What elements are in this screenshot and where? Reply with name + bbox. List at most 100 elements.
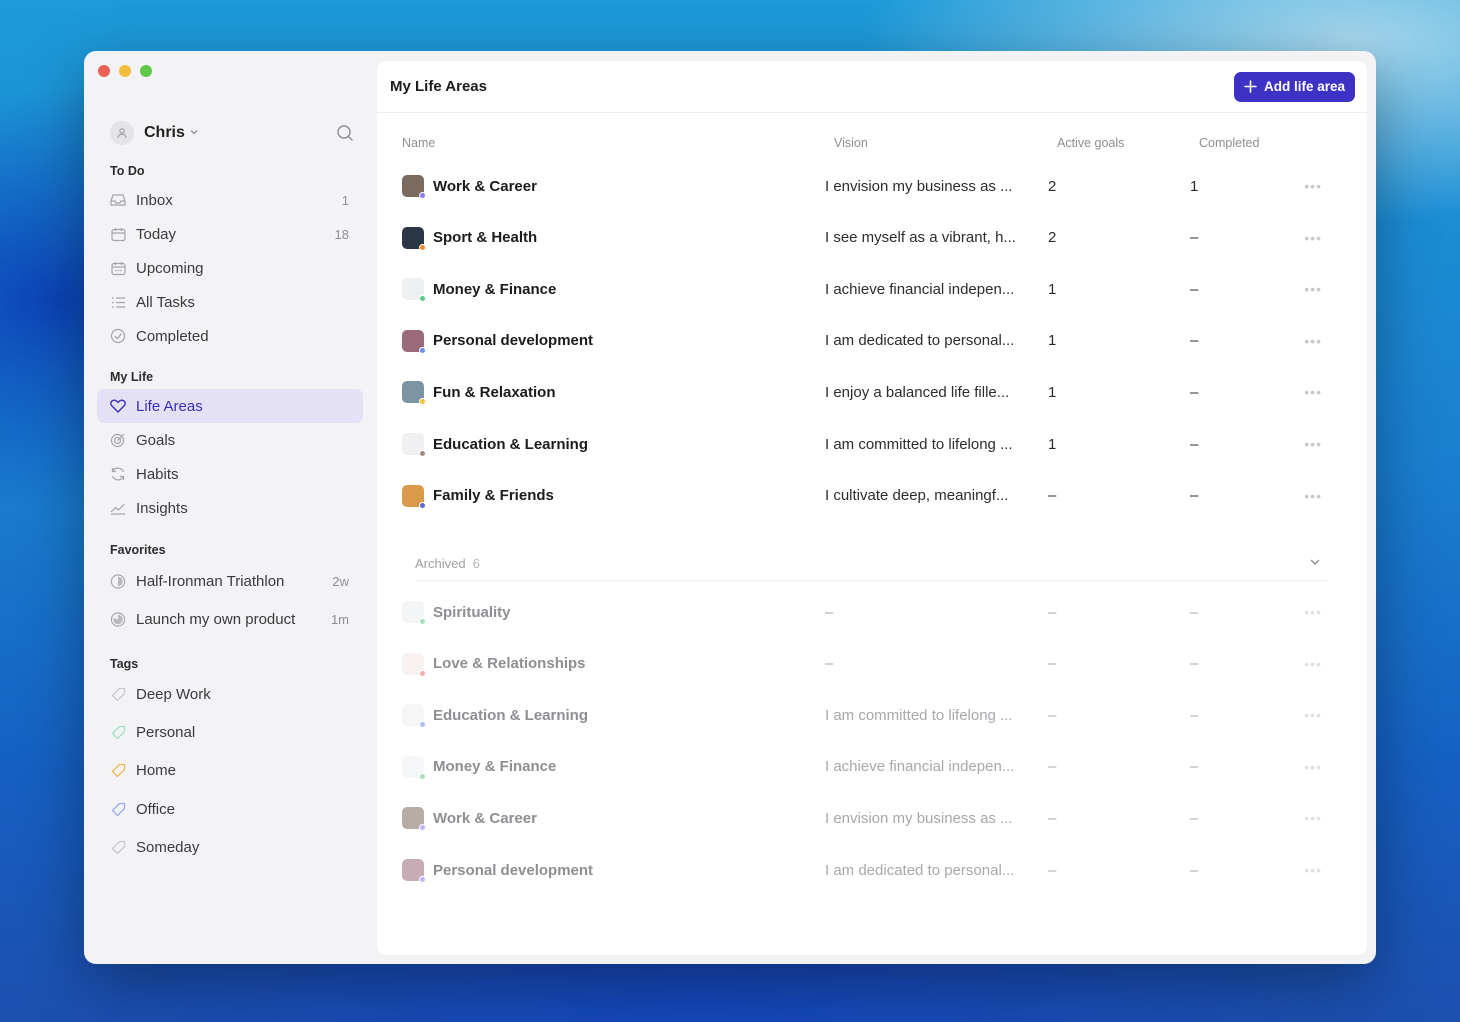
heart-icon [110,398,126,414]
avatar [110,121,134,145]
user-menu[interactable]: Chris [110,120,356,146]
more-options-icon[interactable]: ••• [1304,230,1322,246]
favorite-item[interactable]: Launch my own product 1m [97,602,363,636]
inbox-icon [110,192,126,208]
completed-count: – [1190,809,1199,827]
progress-ring-icon [110,611,126,627]
life-area-name: Money & Finance [433,758,557,776]
sidebar-item-life-areas[interactable]: Life Areas [97,389,363,423]
tag-item-home[interactable]: Home [97,753,363,787]
life-area-name: Family & Friends [433,487,554,505]
life-area-row[interactable]: Money & Finance I achieve financial indep… [402,274,1332,304]
color-dot-icon [419,243,426,251]
column-header-vision[interactable]: Vision [834,136,868,150]
add-life-area-button[interactable]: Add life area [1233,71,1355,102]
more-options-icon[interactable]: ••• [1304,862,1322,878]
more-options-icon[interactable]: ••• [1304,810,1322,826]
search-icon[interactable] [334,122,356,144]
life-area-image-icon [402,652,426,677]
tag-label: Deep Work [136,685,211,703]
life-area-row[interactable]: Personal development I am dedicated to pe… [402,326,1332,356]
archived-life-area-row[interactable]: Work & Career I envision my business as .… [402,803,1332,833]
active-goals-count: – [1048,487,1057,505]
color-dot-icon [419,346,426,354]
life-area-row[interactable]: Education & Learning I am committed to li… [402,429,1332,459]
sidebar-item-goals[interactable]: Goals [97,423,363,457]
life-area-name: Sport & Health [433,229,538,247]
tag-item-deep-work[interactable]: Deep Work [97,677,363,711]
archived-life-area-row[interactable]: Spirituality – – – ••• [402,597,1332,627]
main-header: My Life Areas Add life area [377,61,1367,113]
color-dot-icon [419,824,426,832]
more-options-icon[interactable]: ••• [1304,384,1322,400]
column-header-active-goals[interactable]: Active goals [1057,136,1124,150]
color-dot-icon [419,192,426,199]
tag-item-personal[interactable]: Personal [97,715,363,749]
sidebar-item-label: Goals [136,431,176,449]
life-area-row[interactable]: Work & Career I envision my business as .… [402,171,1332,201]
archived-life-area-row[interactable]: Personal development I am dedicated to pe… [402,855,1332,885]
more-options-icon[interactable]: ••• [1304,436,1322,452]
add-life-area-label: Add life area [1263,79,1345,94]
life-area-image-icon [402,381,426,406]
tag-item-office[interactable]: Office [97,792,363,826]
life-area-image-icon [402,175,426,199]
tag-item-someday[interactable]: Someday [97,830,363,864]
sidebar-item-insights[interactable]: Insights [97,491,363,525]
more-options-icon[interactable]: ••• [1304,759,1322,775]
sidebar-item-completed[interactable]: Completed [97,319,363,353]
life-area-name: Personal development [433,332,594,350]
column-header-name[interactable]: Name [402,136,435,150]
active-goals-count: – [1048,861,1057,879]
sidebar-item-today[interactable]: Today 18 [97,217,363,251]
life-area-vision: – [825,603,834,621]
calendar-grid-icon [110,260,126,276]
life-area-row[interactable]: Sport & Health I see myself as a vibrant,… [402,223,1332,253]
active-goals-count: 1 [1048,280,1057,298]
calendar-icon [110,226,126,242]
life-area-vision: I achieve financial indepen... [825,758,1015,776]
life-area-row[interactable]: Fun & Relaxation I enjoy a balanced life … [402,377,1332,407]
life-area-vision: I cultivate deep, meaningf... [825,487,1009,505]
column-header-completed[interactable]: Completed [1199,136,1259,150]
plus-icon [1244,78,1257,96]
completed-count: – [1190,435,1199,453]
archived-life-area-row[interactable]: Education & Learning I am committed to li… [402,700,1332,730]
favorite-item[interactable]: Half-Ironman Triathlon 2w [97,564,363,598]
archived-life-area-row[interactable]: Money & Finance I achieve financial indep… [402,752,1332,782]
tag-label: Office [136,800,175,818]
life-area-image-icon [402,807,426,832]
more-options-icon[interactable]: ••• [1304,707,1322,723]
life-area-row[interactable]: Family & Friends I cultivate deep, meanin… [402,481,1332,511]
color-dot-icon [419,772,426,780]
life-area-vision: I envision my business as ... [825,177,1013,195]
favorite-label: Launch my own product [136,610,296,628]
color-dot-icon [419,295,426,303]
sidebar-item-label: Upcoming [136,259,204,277]
tag-icon [110,724,126,740]
life-area-image-icon [402,433,426,457]
completed-count: – [1190,383,1199,401]
archived-life-area-row[interactable]: Love & Relationships – – – ••• [402,649,1332,679]
completed-count: – [1190,861,1199,879]
color-dot-icon [419,398,426,406]
more-options-icon[interactable]: ••• [1304,656,1322,672]
more-options-icon[interactable]: ••• [1304,333,1322,349]
sidebar-item-habits[interactable]: Habits [97,457,363,491]
life-area-image-icon [402,226,426,251]
sidebar-item-upcoming[interactable]: Upcoming [97,251,363,285]
more-options-icon[interactable]: ••• [1304,281,1322,297]
life-area-name: Work & Career [433,177,537,195]
life-area-vision: I am committed to lifelong ... [825,435,1013,453]
more-options-icon[interactable]: ••• [1304,178,1322,194]
section-title-favorites: Favorites [110,543,166,557]
sidebar-item-inbox[interactable]: Inbox 1 [97,183,363,217]
section-title-tags: Tags [110,657,139,671]
completed-count: – [1190,758,1199,776]
tag-icon [110,801,126,817]
more-options-icon[interactable]: ••• [1304,488,1322,504]
more-options-icon[interactable]: ••• [1304,604,1322,620]
sidebar-item-all-tasks[interactable]: All Tasks [97,285,363,319]
target-icon [110,432,126,448]
archived-section-toggle[interactable]: Archived 6 [415,547,1327,581]
